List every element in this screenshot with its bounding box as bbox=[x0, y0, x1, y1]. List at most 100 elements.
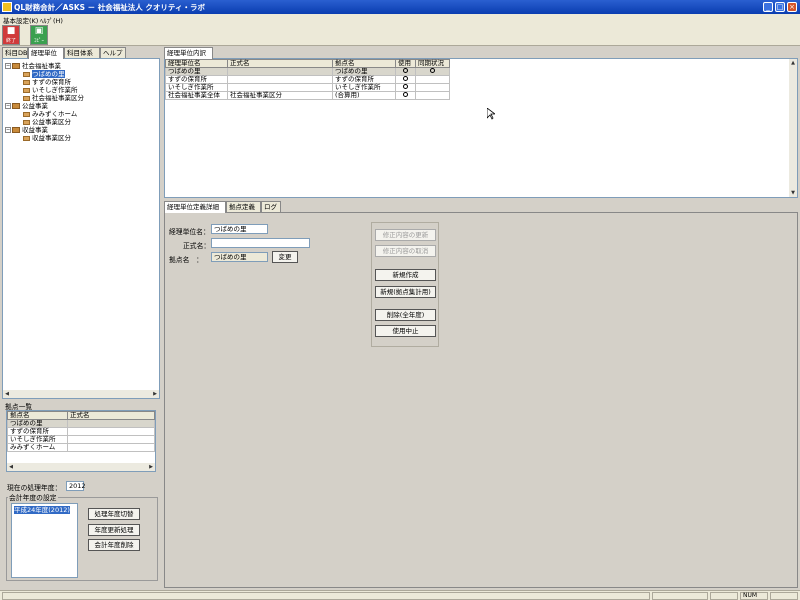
unit-name-label: 経理単位名： bbox=[169, 228, 210, 236]
unit-icon bbox=[23, 135, 30, 141]
base-list-hscrollbar[interactable]: ◀ ▶ bbox=[7, 463, 155, 471]
base-name-field: つばめの里 bbox=[211, 252, 268, 262]
scroll-up-icon[interactable]: ▲ bbox=[789, 59, 797, 67]
tab-unit-breakdown[interactable]: 経理単位内訳 bbox=[164, 47, 213, 59]
folder-icon bbox=[12, 103, 20, 109]
table-row[interactable]: みみずくホーム bbox=[7, 443, 155, 452]
delete-all-years-button[interactable]: 削除(全年度) bbox=[375, 309, 436, 321]
cell-formal-name bbox=[67, 443, 155, 452]
scroll-down-icon[interactable]: ▼ bbox=[789, 189, 797, 197]
status-bar: NUM bbox=[0, 590, 800, 600]
status-message-cell bbox=[2, 592, 650, 600]
copy-button[interactable]: ▣ ｺﾋﾟｰ bbox=[30, 25, 48, 45]
minimize-button[interactable]: _ bbox=[763, 2, 773, 12]
unit-name-field[interactable]: つばめの里 bbox=[211, 224, 268, 234]
create-new-button[interactable]: 新規作成 bbox=[375, 269, 436, 281]
status-cell-5 bbox=[770, 592, 798, 600]
use-mark-icon bbox=[403, 68, 408, 73]
tree-item-label: 社会福祉事業区分 bbox=[32, 94, 84, 102]
scroll-left-icon[interactable]: ◀ bbox=[3, 390, 11, 398]
tab-log[interactable]: ログ bbox=[261, 201, 281, 212]
tree-item-profit[interactable]: − 収益事業 bbox=[5, 126, 48, 134]
tree-item-tsubame[interactable]: つばめの里 bbox=[23, 70, 65, 78]
title-bar: QL財務会計／ASKS － 社会福祉法人 クオリティ・ラボ _ □ × bbox=[0, 0, 800, 14]
scroll-right-icon[interactable]: ▶ bbox=[151, 390, 159, 398]
update-changes-button[interactable]: 修正内容の更新 bbox=[375, 229, 436, 241]
tab-accounting-unit[interactable]: 経理単位 bbox=[28, 47, 64, 59]
cell-formal-name bbox=[67, 427, 155, 436]
tree-item-social-welfare[interactable]: − 社会福祉事業 bbox=[5, 62, 61, 70]
formal-name-field[interactable] bbox=[211, 238, 310, 248]
scroll-left-icon[interactable]: ◀ bbox=[7, 463, 15, 471]
close-button[interactable]: × bbox=[787, 2, 797, 12]
tab-account-db[interactable]: 科目DB bbox=[2, 47, 28, 58]
tree-item-profit-section[interactable]: 収益事業区分 bbox=[23, 134, 71, 142]
cell-unit-name: 社会福祉事業全体 bbox=[165, 91, 228, 100]
tree-item-isoshigi[interactable]: いそしぎ作業所 bbox=[23, 86, 78, 94]
collapse-icon[interactable]: − bbox=[5, 103, 11, 109]
column-use[interactable]: 使用 bbox=[395, 59, 416, 68]
cell-formal-name bbox=[67, 419, 155, 428]
fiscal-year-list[interactable]: 平成24年度(2012) bbox=[11, 503, 78, 578]
tree-item-suzu[interactable]: すずの保育所 bbox=[23, 78, 71, 86]
cancel-changes-button[interactable]: 修正内容の取消 bbox=[375, 245, 436, 257]
table-row[interactable]: つばめの里 つばめの里 bbox=[165, 67, 450, 76]
cell-formal-name bbox=[67, 435, 155, 444]
folder-icon bbox=[12, 63, 20, 69]
left-tab-strip: 科目DB 経理単位 科目体系 ヘルプ bbox=[2, 47, 162, 59]
tree-item-label: 社会福祉事業 bbox=[22, 62, 61, 70]
tab-account-system[interactable]: 科目体系 bbox=[64, 47, 100, 58]
end-button[interactable]: ■ 終了 bbox=[2, 25, 20, 45]
stop-use-button[interactable]: 使用中止 bbox=[375, 325, 436, 337]
year-update-button[interactable]: 年度更新処理 bbox=[88, 524, 140, 536]
scroll-right-icon[interactable]: ▶ bbox=[147, 463, 155, 471]
switch-year-button[interactable]: 処理年度切替 bbox=[88, 508, 140, 520]
use-mark-icon bbox=[403, 84, 408, 89]
status-cell-2 bbox=[652, 592, 708, 600]
collapse-icon[interactable]: − bbox=[5, 127, 11, 133]
tree-item-label: 公益事業 bbox=[22, 102, 48, 110]
tree-hscrollbar[interactable]: ◀ ▶ bbox=[3, 390, 159, 398]
cell-base-name: みみずくホーム bbox=[7, 443, 68, 452]
tree-item-label: つばめの里 bbox=[32, 70, 65, 78]
tree-item-label: 収益事業 bbox=[22, 126, 48, 134]
copy-icon: ▣ bbox=[34, 26, 44, 36]
tree-item-social-welfare-section[interactable]: 社会福祉事業区分 bbox=[23, 94, 84, 102]
collapse-icon[interactable]: − bbox=[5, 63, 11, 69]
tree-item-mimizuku[interactable]: みみずくホーム bbox=[23, 110, 77, 118]
tree-item-public-interest[interactable]: − 公益事業 bbox=[5, 102, 48, 110]
create-new-aggregate-button[interactable]: 新規(拠点集計用) bbox=[375, 286, 436, 298]
column-formal-name[interactable]: 正式名 bbox=[227, 59, 333, 68]
cell-formal-name bbox=[227, 75, 333, 84]
tree-item-label: みみずくホーム bbox=[32, 110, 78, 118]
cell-formal-name bbox=[227, 67, 333, 76]
unit-icon bbox=[23, 95, 30, 101]
end-button-label: 終了 bbox=[5, 38, 16, 44]
table-row[interactable]: 社会福祉事業全体 社会福祉事業区分 (合算用) bbox=[165, 91, 450, 100]
current-year-label: 現在の処理年度： bbox=[7, 484, 62, 492]
cell-base-name: (合算用) bbox=[332, 91, 396, 100]
tree-item-label: 収益事業区分 bbox=[32, 134, 71, 142]
unit-icon bbox=[23, 119, 30, 125]
tree-item-label: いそしぎ作業所 bbox=[32, 86, 78, 94]
copy-button-label: ｺﾋﾟｰ bbox=[33, 38, 44, 44]
fiscal-year-item[interactable]: 平成24年度(2012) bbox=[14, 506, 70, 514]
use-mark-icon bbox=[403, 92, 408, 97]
unit-table-vscrollbar[interactable]: ▲ ▼ bbox=[789, 59, 797, 197]
column-sync-status[interactable]: 同期状況 bbox=[415, 59, 450, 68]
mouse-pointer-icon bbox=[487, 108, 495, 120]
tree-item-public-interest-section[interactable]: 公益事業区分 bbox=[23, 118, 71, 126]
unit-icon bbox=[23, 79, 30, 85]
cell-formal-name: 社会福祉事業区分 bbox=[227, 91, 333, 100]
folder-icon bbox=[12, 127, 20, 133]
tree-item-label: 公益事業区分 bbox=[32, 118, 71, 126]
maximize-button[interactable]: □ bbox=[775, 2, 785, 12]
delete-year-button[interactable]: 会計年度削除 bbox=[88, 539, 140, 551]
detail-tab-strip: 経理単位内訳 bbox=[164, 47, 224, 59]
tab-unit-definition-detail[interactable]: 経理単位定義詳細 bbox=[164, 201, 226, 213]
change-base-button[interactable]: 変更 bbox=[272, 251, 298, 263]
column-formal-name[interactable]: 正式名 bbox=[67, 411, 155, 420]
tab-base-definition[interactable]: 拠点定義 bbox=[226, 201, 261, 212]
tab-help[interactable]: ヘルプ bbox=[100, 47, 126, 58]
toolbar: ■ 終了 ▣ ｺﾋﾟｰ bbox=[0, 24, 800, 46]
